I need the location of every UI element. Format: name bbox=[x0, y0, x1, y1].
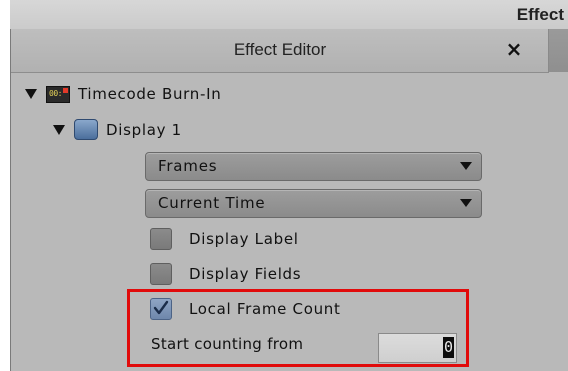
panel-title: Effect Editor bbox=[233, 40, 327, 59]
effect-tree-item[interactable]: 00: Timecode Burn-In bbox=[25, 85, 221, 103]
group-tree-item[interactable]: Display 1 bbox=[53, 119, 182, 140]
panel-header: Effect Editor × bbox=[11, 29, 549, 73]
source-dropdown[interactable]: Current Time bbox=[145, 189, 482, 218]
group-name-label: Display 1 bbox=[106, 120, 182, 139]
disclosure-triangle-icon[interactable] bbox=[25, 89, 37, 99]
effect-name-label: Timecode Burn-In bbox=[78, 85, 222, 103]
display-label-text: Display Label bbox=[189, 230, 299, 248]
format-dropdown-value: Frames bbox=[158, 157, 218, 175]
display-fields-text: Display Fields bbox=[189, 265, 302, 283]
chevron-down-icon bbox=[460, 199, 472, 207]
display-fields-checkbox[interactable] bbox=[150, 263, 172, 285]
disclosure-triangle-icon[interactable] bbox=[53, 124, 65, 135]
adjacent-tab[interactable] bbox=[549, 29, 568, 72]
source-dropdown-value: Current Time bbox=[158, 194, 266, 212]
chevron-down-icon bbox=[460, 162, 472, 170]
window-title: Effect bbox=[516, 5, 564, 24]
red-highlight-box bbox=[127, 289, 469, 367]
display-label-option[interactable]: Display Label bbox=[150, 228, 299, 250]
close-icon[interactable]: × bbox=[502, 37, 526, 61]
display-group-icon bbox=[74, 119, 98, 140]
timecode-effect-icon: 00: bbox=[46, 85, 70, 103]
display-label-checkbox[interactable] bbox=[150, 228, 172, 250]
format-dropdown[interactable]: Frames bbox=[145, 152, 482, 181]
window-title-bar: Effect bbox=[10, 0, 568, 29]
display-fields-option[interactable]: Display Fields bbox=[150, 263, 301, 285]
